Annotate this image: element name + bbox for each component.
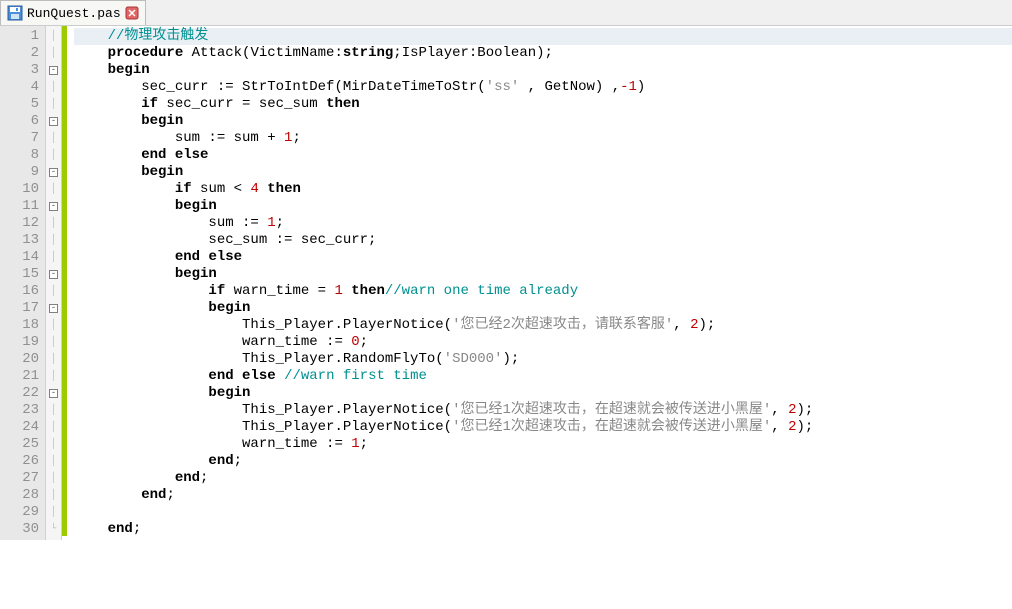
fold-marker[interactable]: - (46, 266, 61, 283)
fold-marker: │ (46, 504, 61, 521)
fold-marker: │ (46, 436, 61, 453)
lineno: 23 (2, 402, 39, 419)
lineno: 3 (2, 62, 39, 79)
lineno: 1 (2, 28, 39, 45)
code-line[interactable]: sum := 1; (74, 215, 1012, 232)
code-line[interactable]: sec_sum := sec_curr; (74, 232, 1012, 249)
code-line[interactable]: begin (74, 113, 1012, 130)
code-line[interactable]: end; (74, 487, 1012, 504)
code-line[interactable]: This_Player.PlayerNotice('您已经1次超速攻击，在超速就… (74, 402, 1012, 419)
fold-marker: │ (46, 232, 61, 249)
fold-marker: │ (46, 249, 61, 266)
fold-marker[interactable]: - (46, 300, 61, 317)
lineno: 25 (2, 436, 39, 453)
lineno: 6 (2, 113, 39, 130)
code-line[interactable]: begin (74, 198, 1012, 215)
file-tab[interactable]: RunQuest.pas (0, 0, 146, 25)
lineno: 20 (2, 351, 39, 368)
code-line[interactable]: begin (74, 164, 1012, 181)
code-line[interactable]: end else //warn first time (74, 368, 1012, 385)
code-line[interactable]: begin (74, 62, 1012, 79)
lineno: 24 (2, 419, 39, 436)
gutter-fold[interactable]: ││-││-││-│-│││-│-││││-│││││││└ (46, 26, 62, 540)
lineno: 5 (2, 96, 39, 113)
lineno: 11 (2, 198, 39, 215)
fold-marker: │ (46, 470, 61, 487)
fold-marker[interactable]: - (46, 113, 61, 130)
code-line[interactable]: warn_time := 1; (74, 436, 1012, 453)
lineno: 8 (2, 147, 39, 164)
fold-marker: │ (46, 317, 61, 334)
code-line[interactable]: sum := sum + 1; (74, 130, 1012, 147)
code-line[interactable]: sec_curr := StrToIntDef(MirDateTimeToStr… (74, 79, 1012, 96)
lineno: 15 (2, 266, 39, 283)
fold-marker[interactable]: - (46, 385, 61, 402)
code-line[interactable]: if sum < 4 then (74, 181, 1012, 198)
code-line[interactable]: This_Player.PlayerNotice('您已经1次超速攻击，在超速就… (74, 419, 1012, 436)
fold-marker[interactable]: - (46, 198, 61, 215)
lineno: 16 (2, 283, 39, 300)
fold-marker: │ (46, 334, 61, 351)
lineno: 19 (2, 334, 39, 351)
fold-marker: │ (46, 130, 61, 147)
code-line[interactable]: warn_time := 0; (74, 334, 1012, 351)
code-line[interactable]: if warn_time = 1 then//warn one time alr… (74, 283, 1012, 300)
lineno: 13 (2, 232, 39, 249)
lineno: 21 (2, 368, 39, 385)
fold-marker: │ (46, 215, 61, 232)
lineno: 7 (2, 130, 39, 147)
lineno: 28 (2, 487, 39, 504)
lineno: 12 (2, 215, 39, 232)
lineno: 29 (2, 504, 39, 521)
gutter-line-numbers: 1234567891011121314151617181920212223242… (0, 26, 46, 540)
code-line[interactable]: begin (74, 385, 1012, 402)
lineno: 30 (2, 521, 39, 538)
fold-marker: │ (46, 181, 61, 198)
code-line[interactable]: procedure Attack(VictimName:string;IsPla… (74, 45, 1012, 62)
fold-marker: │ (46, 283, 61, 300)
code-area[interactable]: //物理攻击触发 procedure Attack(VictimName:str… (68, 26, 1012, 540)
lineno: 14 (2, 249, 39, 266)
code-line[interactable] (74, 504, 1012, 521)
code-line[interactable]: This_Player.PlayerNotice('您已经2次超速攻击，请联系客… (74, 317, 1012, 334)
code-line[interactable]: end; (74, 521, 1012, 538)
code-line[interactable]: end else (74, 147, 1012, 164)
fold-marker[interactable]: - (46, 62, 61, 79)
fold-marker: │ (46, 402, 61, 419)
tab-bar: RunQuest.pas (0, 0, 1012, 26)
fold-marker: │ (46, 96, 61, 113)
close-icon[interactable] (125, 6, 139, 20)
lineno: 27 (2, 470, 39, 487)
fold-marker: │ (46, 28, 61, 45)
fold-marker: └ (46, 521, 61, 538)
fold-marker: │ (46, 453, 61, 470)
code-line[interactable]: end else (74, 249, 1012, 266)
code-line[interactable]: end; (74, 470, 1012, 487)
fold-marker: │ (46, 351, 61, 368)
fold-marker: │ (46, 147, 61, 164)
code-line[interactable]: This_Player.RandomFlyTo('SD000'); (74, 351, 1012, 368)
fold-marker: │ (46, 368, 61, 385)
fold-marker: │ (46, 79, 61, 96)
fold-marker[interactable]: - (46, 164, 61, 181)
code-line[interactable]: begin (74, 300, 1012, 317)
fold-marker: │ (46, 487, 61, 504)
code-editor[interactable]: 1234567891011121314151617181920212223242… (0, 26, 1012, 540)
lineno: 18 (2, 317, 39, 334)
lineno: 26 (2, 453, 39, 470)
code-line[interactable]: begin (74, 266, 1012, 283)
lineno: 2 (2, 45, 39, 62)
fold-marker: │ (46, 45, 61, 62)
lineno: 4 (2, 79, 39, 96)
code-line[interactable]: if sec_curr = sec_sum then (74, 96, 1012, 113)
save-icon (7, 5, 23, 21)
lineno: 22 (2, 385, 39, 402)
code-line[interactable]: end; (74, 453, 1012, 470)
lineno: 10 (2, 181, 39, 198)
lineno: 9 (2, 164, 39, 181)
fold-marker: │ (46, 419, 61, 436)
lineno: 17 (2, 300, 39, 317)
file-tab-label: RunQuest.pas (27, 6, 121, 21)
code-line[interactable]: //物理攻击触发 (74, 28, 1012, 45)
